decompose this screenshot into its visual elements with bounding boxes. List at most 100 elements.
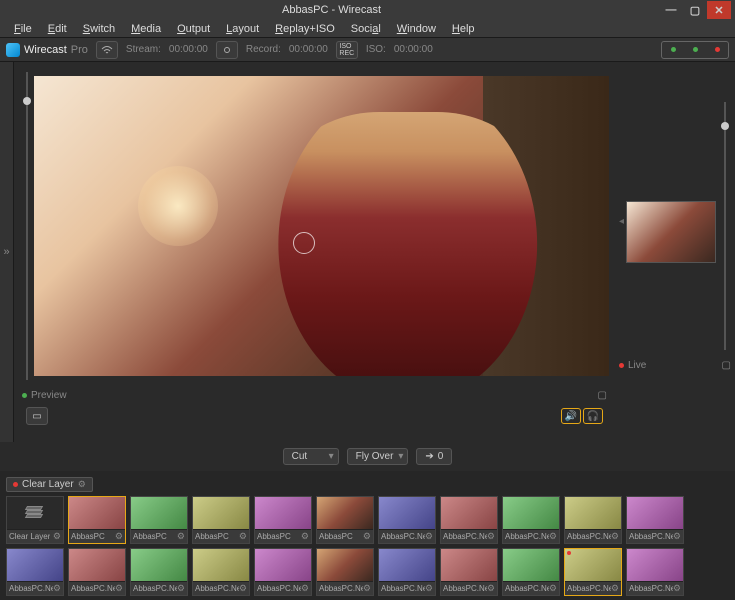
- monitor-icon[interactable]: ▢: [598, 390, 607, 401]
- gear-icon[interactable]: ⚙: [611, 531, 619, 542]
- shot-label: AbbasPC⚙: [193, 529, 249, 543]
- stream-time: 00:00:00: [169, 44, 208, 55]
- shot-item[interactable]: AbbasPC.Net1.⚙: [502, 496, 560, 544]
- shot-item[interactable]: AbbasPC.Net_⚙: [192, 548, 250, 596]
- gear-icon[interactable]: ⚙: [115, 531, 123, 542]
- shot-item[interactable]: AbbasPC.Net.jp⚙: [440, 496, 498, 544]
- preview-monitor[interactable]: [34, 76, 609, 376]
- gear-icon[interactable]: ⚙: [177, 583, 185, 594]
- transition-bar: Cut Fly Over ➔ 0: [0, 442, 735, 471]
- shot-label: Clear Layer⚙: [7, 529, 63, 543]
- shot-item[interactable]: AbbasPC.Net_⚙: [502, 548, 560, 596]
- shot-item[interactable]: AbbasPC.Net_⚙: [130, 548, 188, 596]
- gear-icon[interactable]: ⚙: [301, 583, 309, 594]
- gear-icon[interactable]: ⚙: [78, 479, 86, 490]
- gear-icon[interactable]: ⚙: [301, 531, 309, 542]
- menu-edit[interactable]: Edit: [40, 21, 75, 37]
- shot-label: AbbasPC.Net4.⚙: [627, 529, 683, 543]
- left-audio-slider[interactable]: [20, 66, 34, 386]
- transition-flyover-select[interactable]: Fly Over: [347, 448, 409, 465]
- shot-thumbnail: [441, 497, 497, 529]
- headphones-button[interactable]: 🎧: [583, 408, 603, 424]
- live-prev-arrow[interactable]: ◂: [619, 216, 624, 227]
- wifi-button[interactable]: [96, 41, 118, 59]
- iso-time: 00:00:00: [394, 44, 433, 55]
- right-audio-slider[interactable]: [718, 96, 731, 356]
- speaker-button[interactable]: 🔊: [561, 408, 581, 424]
- shot-item[interactable]: AbbasPC⚙: [192, 496, 250, 544]
- stream-label: Stream:: [126, 44, 161, 55]
- shot-item[interactable]: AbbasPC.Net_⚙: [626, 548, 684, 596]
- close-button[interactable]: ✕: [707, 1, 731, 19]
- shot-item[interactable]: AbbasPC⚙: [316, 496, 374, 544]
- gear-icon[interactable]: ⚙: [53, 583, 61, 594]
- shot-item[interactable]: AbbasPC.Net4.⚙: [626, 496, 684, 544]
- shot-item[interactable]: AbbasPC.Net_⚙: [378, 548, 436, 596]
- menu-layout[interactable]: Layout: [218, 21, 267, 37]
- shot-item[interactable]: AbbasPC.Net.jp⚙: [378, 496, 436, 544]
- shot-thumbnail: [317, 549, 373, 581]
- menu-output[interactable]: Output: [169, 21, 218, 37]
- maximize-button[interactable]: ▢: [683, 1, 707, 19]
- menu-media[interactable]: Media: [123, 21, 169, 37]
- menu-switch[interactable]: Switch: [75, 21, 123, 37]
- gear-icon[interactable]: ⚙: [487, 531, 495, 542]
- transition-cut-select[interactable]: Cut: [283, 448, 339, 465]
- shot-item[interactable]: AbbasPC.Net_⚙: [6, 548, 64, 596]
- menu-help[interactable]: Help: [444, 21, 483, 37]
- gear-icon[interactable]: ⚙: [549, 583, 557, 594]
- shot-item[interactable]: AbbasPC⚙: [68, 496, 126, 544]
- shot-item[interactable]: AbbasPC.Net3.⚙: [564, 496, 622, 544]
- iso-label: ISO:: [366, 44, 386, 55]
- menu-replay-iso[interactable]: Replay+ISO: [267, 21, 343, 37]
- gear-icon[interactable]: ⚙: [673, 583, 681, 594]
- gear-icon[interactable]: ⚙: [115, 583, 123, 594]
- shot-thumbnail: [7, 497, 63, 529]
- gear-icon[interactable]: ⚙: [425, 531, 433, 542]
- gear-icon[interactable]: ⚙: [363, 531, 371, 542]
- pip-button[interactable]: ▭: [26, 407, 48, 425]
- menu-window[interactable]: Window: [389, 21, 444, 37]
- menu-file[interactable]: File: [6, 21, 40, 37]
- gear-icon[interactable]: ⚙: [239, 583, 247, 594]
- gear-icon[interactable]: ⚙: [611, 583, 619, 594]
- iso-button[interactable]: ISOREC: [336, 41, 358, 59]
- menu-social[interactable]: Social: [343, 21, 389, 37]
- go-button[interactable]: ➔ 0: [416, 448, 452, 465]
- status-buttons: [661, 41, 729, 59]
- gear-icon[interactable]: ⚙: [673, 531, 681, 542]
- gear-icon[interactable]: ⚙: [177, 531, 185, 542]
- shot-label: AbbasPC.Net_⚙: [7, 581, 63, 595]
- shot-thumbnail: [627, 497, 683, 529]
- status-green[interactable]: [663, 43, 683, 57]
- menubar: File Edit Switch Media Output Layout Rep…: [0, 20, 735, 38]
- live-label: Live: [628, 360, 646, 371]
- clear-layer-button[interactable]: Clear Layer ⚙: [6, 477, 93, 492]
- gear-icon[interactable]: ⚙: [363, 583, 371, 594]
- status-red[interactable]: [707, 43, 727, 57]
- shot-label: AbbasPC.Net3.⚙: [565, 529, 621, 543]
- shot-label: AbbasPC.Net_⚙: [255, 581, 311, 595]
- minimize-button[interactable]: —: [659, 1, 683, 19]
- gear-icon[interactable]: ⚙: [239, 531, 247, 542]
- shot-item[interactable]: AbbasPC.Ne⚙: [564, 548, 622, 596]
- gear-icon[interactable]: ⚙: [487, 583, 495, 594]
- live-monitor[interactable]: [626, 201, 716, 263]
- shot-item[interactable]: AbbasPC⚙: [130, 496, 188, 544]
- shot-item[interactable]: AbbasPC.Net_⚙: [316, 548, 374, 596]
- live-monitor-icon[interactable]: ▢: [722, 360, 731, 371]
- record-button[interactable]: [216, 41, 238, 59]
- gear-icon[interactable]: ⚙: [549, 531, 557, 542]
- shot-item[interactable]: AbbasPC.Net_⚙: [254, 548, 312, 596]
- shot-thumbnail: [255, 497, 311, 529]
- live-status-dot: [619, 363, 624, 368]
- left-collapse[interactable]: »: [0, 62, 14, 442]
- gear-icon[interactable]: ⚙: [425, 583, 433, 594]
- shot-item[interactable]: AbbasPC.Net_⚙: [440, 548, 498, 596]
- gear-icon[interactable]: ⚙: [53, 531, 61, 542]
- shot-item[interactable]: Clear Layer⚙: [6, 496, 64, 544]
- shot-item[interactable]: AbbasPC⚙: [254, 496, 312, 544]
- status-yellow[interactable]: [685, 43, 705, 57]
- shot-thumbnail: [193, 497, 249, 529]
- shot-item[interactable]: AbbasPC.Net_⚙: [68, 548, 126, 596]
